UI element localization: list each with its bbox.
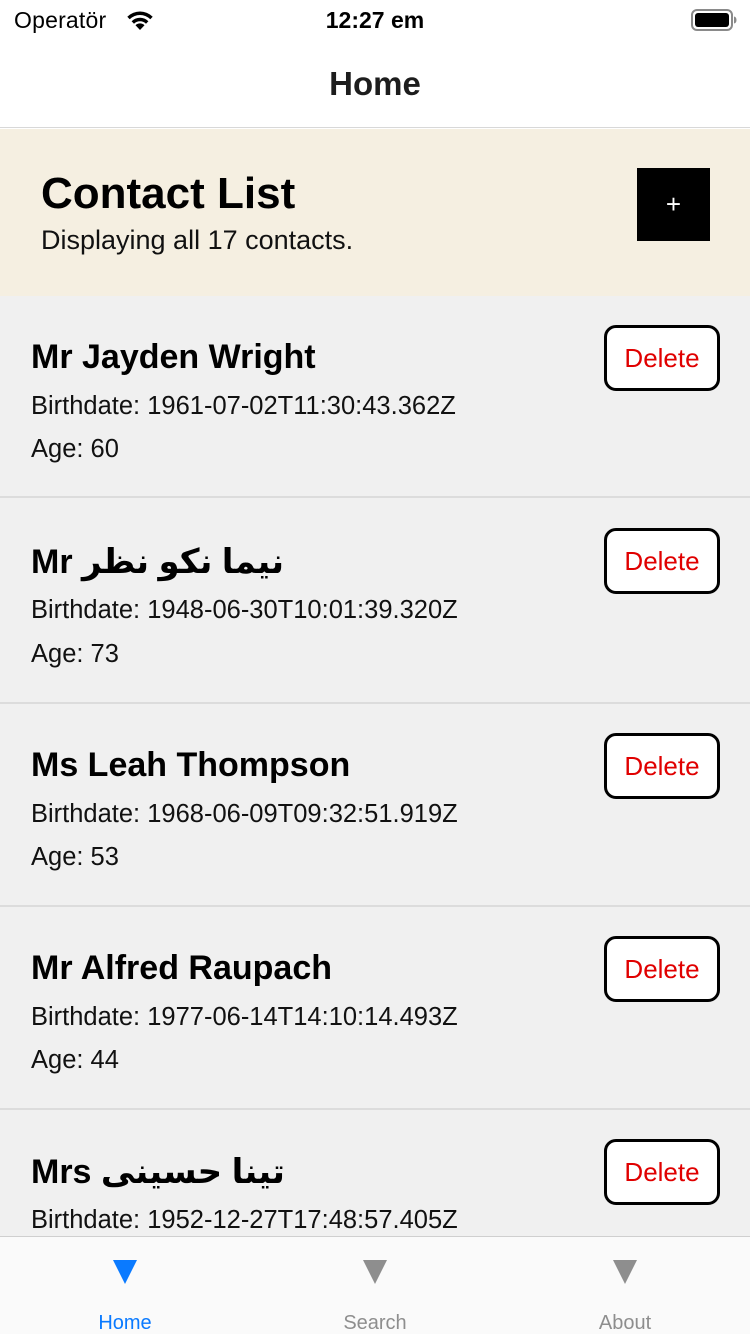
- contact-name: Mrs تینا حسینی: [31, 1153, 285, 1191]
- contact-row: Mr نیما نکو نظر Birthdate: 1948-06-30T10…: [0, 498, 750, 704]
- contact-row: Mr Alfred Raupach Birthdate: 1977-06-14T…: [0, 907, 750, 1110]
- tab-search[interactable]: Search: [250, 1237, 500, 1334]
- header-title: Contact List: [41, 169, 296, 218]
- contact-age: Age: 53: [31, 843, 119, 871]
- tab-about[interactable]: About: [500, 1237, 750, 1334]
- contact-row: Mr Jayden Wright Birthdate: 1961-07-02T1…: [0, 296, 750, 498]
- contact-age: Age: 44: [31, 1046, 119, 1074]
- contact-row: Mrs تینا حسینی Birthdate: 1952-12-27T17:…: [0, 1110, 750, 1236]
- contact-age: Age: 60: [31, 435, 119, 463]
- contacts-count-label: Displaying all 17 contacts.: [41, 225, 354, 255]
- tab-home[interactable]: Home: [0, 1237, 250, 1334]
- delete-button[interactable]: Delete: [604, 1139, 720, 1205]
- tab-bar: Home Search About: [0, 1236, 750, 1334]
- navigation-bar: Home: [0, 40, 750, 128]
- clock-label: 12:27 em: [325, 7, 425, 33]
- contact-name: Mr نیما نکو نظر: [31, 543, 284, 581]
- contact-birthdate: Birthdate: 1968-06-09T09:32:51.919Z: [31, 800, 458, 828]
- contact-list[interactable]: Mr Jayden Wright Birthdate: 1961-07-02T1…: [0, 296, 750, 1236]
- triangle-down-icon: [613, 1260, 637, 1284]
- contact-birthdate: Birthdate: 1977-06-14T14:10:14.493Z: [31, 1003, 458, 1031]
- contact-birthdate: Birthdate: 1948-06-30T10:01:39.320Z: [31, 596, 458, 624]
- tab-label: Home: [98, 1312, 152, 1334]
- contact-name: Mr Alfred Raupach: [31, 949, 333, 987]
- contact-age: Age: 73: [31, 640, 119, 668]
- contact-birthdate: Birthdate: 1961-07-02T11:30:43.362Z: [31, 392, 456, 420]
- delete-button[interactable]: Delete: [604, 528, 720, 594]
- contact-birthdate: Birthdate: 1952-12-27T17:48:57.405Z: [31, 1206, 458, 1234]
- delete-button[interactable]: Delete: [604, 325, 720, 391]
- add-contact-button[interactable]: +: [637, 168, 710, 241]
- battery-icon: [691, 9, 737, 31]
- triangle-down-icon: [363, 1260, 387, 1284]
- tab-label: Search: [343, 1312, 407, 1334]
- status-bar: Operatör 12:27 em: [0, 0, 750, 40]
- tab-label: About: [598, 1312, 652, 1334]
- page-title: Home: [329, 65, 421, 102]
- contact-name: Ms Leah Thompson: [31, 746, 351, 784]
- triangle-down-icon: [113, 1260, 137, 1284]
- delete-button[interactable]: Delete: [604, 733, 720, 799]
- contact-list-header: Contact List Displaying all 17 contacts.…: [0, 129, 750, 296]
- contact-row: Ms Leah Thompson Birthdate: 1968-06-09T0…: [0, 704, 750, 907]
- delete-button[interactable]: Delete: [604, 936, 720, 1002]
- contact-name: Mr Jayden Wright: [31, 338, 316, 376]
